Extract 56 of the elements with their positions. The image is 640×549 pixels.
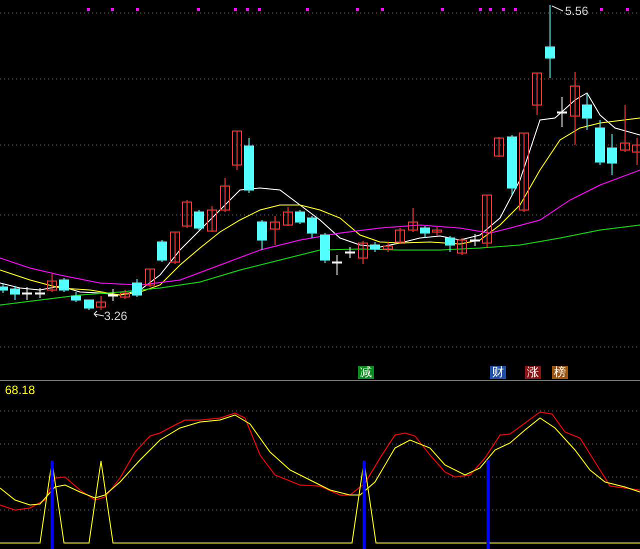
candlestick xyxy=(283,206,293,226)
candlestick xyxy=(182,200,192,228)
signal-tag: 涨 xyxy=(525,366,541,379)
candlestick xyxy=(132,278,142,298)
candlestick xyxy=(532,72,542,116)
candlestick xyxy=(420,226,430,238)
signal-tag: 榜 xyxy=(552,366,568,379)
candlestick xyxy=(457,238,467,256)
high-price-label: 5.56 xyxy=(565,5,588,17)
candlestick xyxy=(194,210,204,230)
signal-tag: 减 xyxy=(358,366,374,379)
low-price-label: 3.26 xyxy=(104,310,128,322)
candlestick xyxy=(320,232,330,264)
candlestick xyxy=(620,104,630,152)
candlestick xyxy=(232,130,242,170)
candlestick xyxy=(244,138,254,194)
candlestick xyxy=(383,242,393,252)
candlestick xyxy=(332,254,342,276)
candlestick xyxy=(494,136,504,158)
candlestick xyxy=(408,208,418,232)
candlestick xyxy=(157,240,167,262)
candlestick xyxy=(295,210,305,224)
candlestick xyxy=(59,278,69,292)
signal-tag: 财 xyxy=(490,366,506,379)
candlestick xyxy=(22,286,32,300)
indicator-value: 68.18 xyxy=(5,384,36,396)
candlestick xyxy=(607,134,617,176)
candlestick xyxy=(71,292,81,302)
candlestick xyxy=(145,268,155,288)
candlestick xyxy=(270,216,280,246)
candlestick xyxy=(35,288,45,298)
candlestick xyxy=(395,228,405,244)
candlestick xyxy=(507,134,517,196)
candlestick xyxy=(10,286,20,300)
candlestick xyxy=(220,178,230,212)
candlestick xyxy=(0,284,8,294)
candlestick xyxy=(470,234,480,246)
candlestick xyxy=(307,216,317,238)
candlestick xyxy=(482,194,492,248)
candlestick xyxy=(170,232,180,264)
candlestick xyxy=(257,220,267,250)
candlestick xyxy=(47,274,57,292)
candlestick xyxy=(108,288,118,302)
candlestick xyxy=(595,120,605,166)
candlestick xyxy=(557,96,567,128)
candlestick xyxy=(358,240,368,264)
candlestick xyxy=(345,246,355,258)
candlestick xyxy=(582,94,592,130)
candlestick xyxy=(96,296,106,310)
candlestick xyxy=(445,236,455,252)
candlestick xyxy=(120,290,130,300)
candlestick xyxy=(632,138,640,166)
candlestick xyxy=(84,300,94,310)
candlestick xyxy=(207,206,217,232)
candlestick xyxy=(432,226,442,236)
candlestick xyxy=(370,242,380,252)
